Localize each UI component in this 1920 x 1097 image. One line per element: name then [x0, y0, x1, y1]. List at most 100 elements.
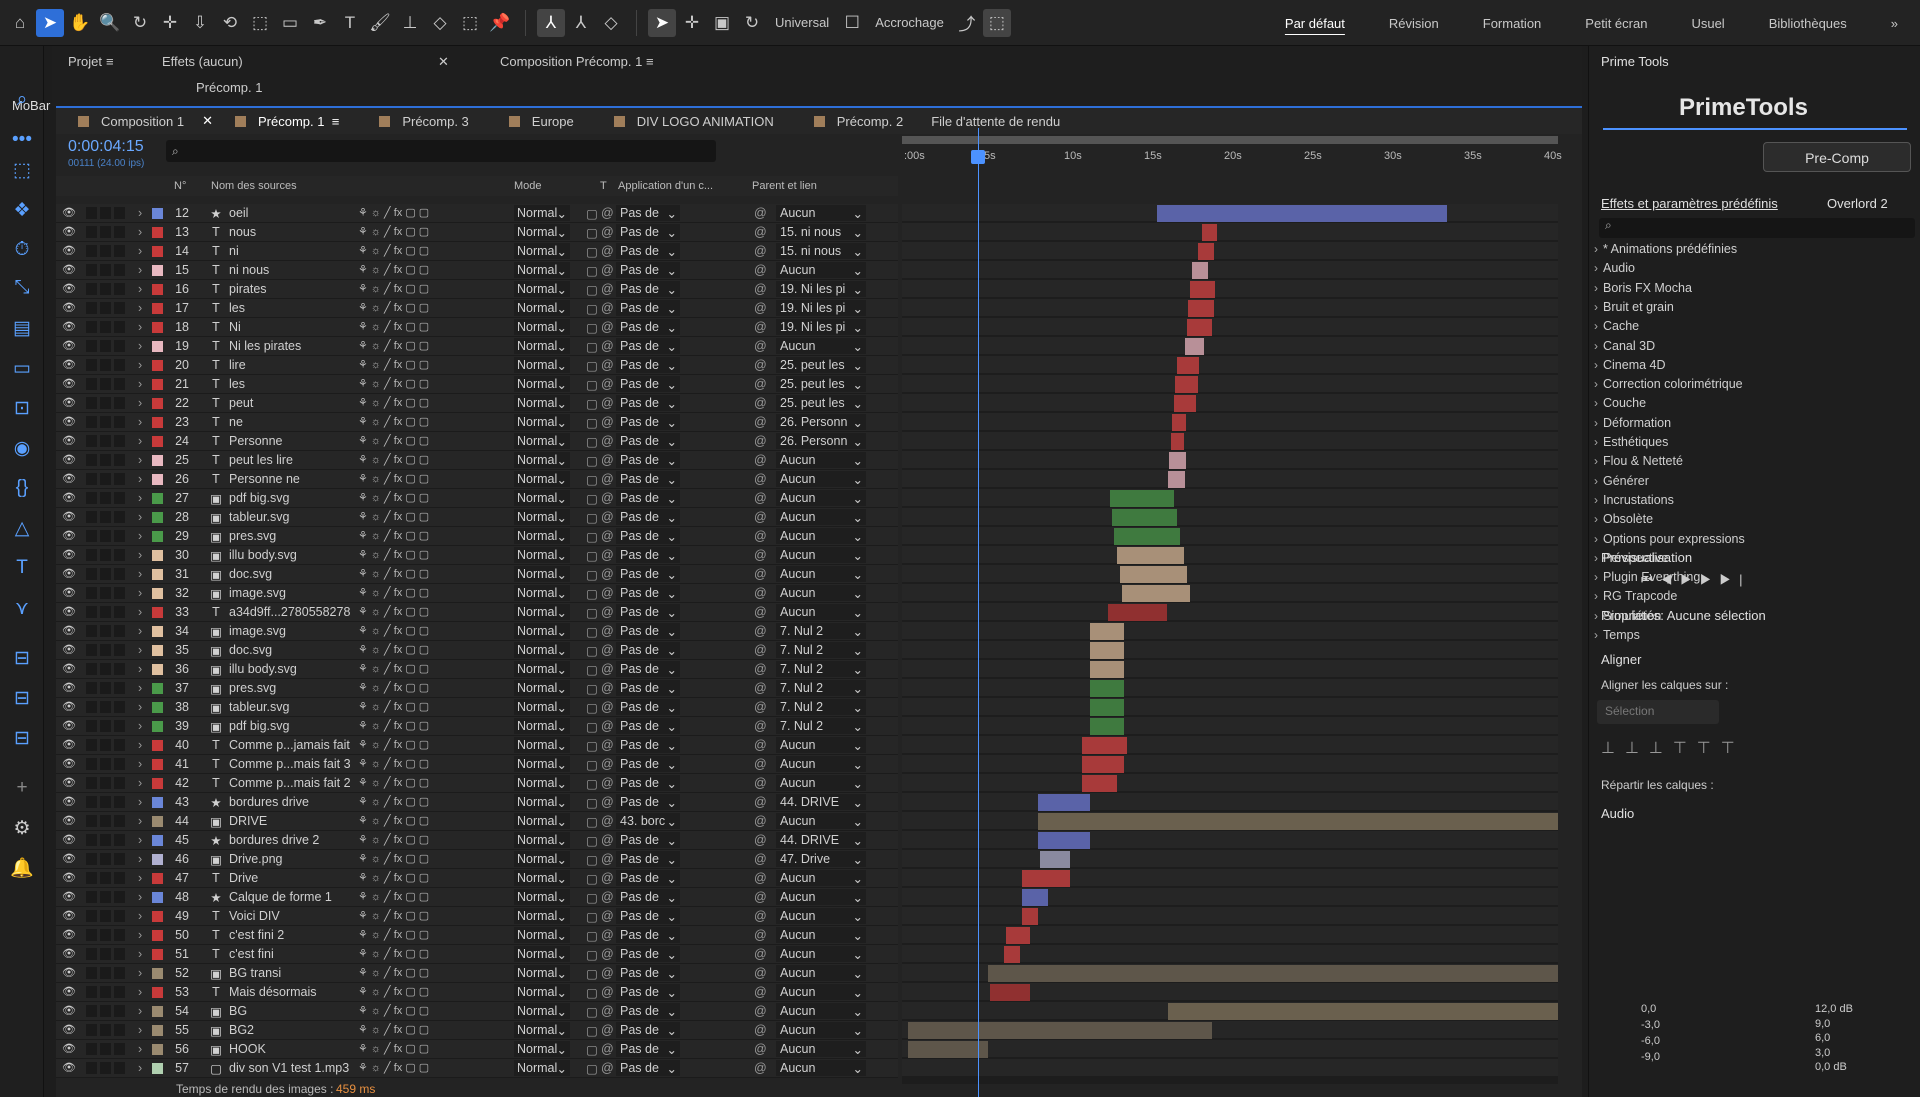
trackmatte-dropdown[interactable]: Pas de ⌄ — [616, 661, 680, 677]
layer-name[interactable]: tableur.svg — [229, 510, 361, 524]
effect-category[interactable]: Déformation — [1603, 416, 1671, 430]
trackmatte-dropdown[interactable]: Pas de ⌄ — [616, 414, 680, 430]
lock-toggle[interactable] — [114, 625, 125, 637]
visibility-eye-icon[interactable]: 👁 — [62, 909, 76, 922]
eye-icon[interactable]: ◉ — [8, 434, 36, 462]
preserve-transparency-box[interactable]: ▢ — [586, 985, 598, 1000]
align-selection-dropdown[interactable]: Sélection — [1597, 700, 1719, 724]
trackmatte-pickwhip-icon[interactable]: @ — [601, 377, 614, 391]
close-icon[interactable]: ✕ — [438, 54, 449, 70]
effect-category[interactable]: Obsolète — [1603, 512, 1653, 526]
parent-pickwhip-icon[interactable]: @ — [754, 567, 770, 581]
layer-name[interactable]: Ni — [229, 320, 361, 334]
layer-row[interactable]: 👁 › 41 T Comme p...mais fait 3 ⚘ ☼ ╱ fx … — [56, 755, 898, 774]
layer-duration-bar[interactable] — [1112, 509, 1177, 526]
layer-row[interactable]: 👁 › 16 T pirates ⚘ ☼ ╱ fx ▢ ▢ Normal ⌄ ▢ … — [56, 280, 898, 299]
layer-row[interactable]: 👁 › 23 T ne ⚘ ☼ ╱ fx ▢ ▢ Normal ⌄ ▢ @ Pas… — [56, 413, 898, 432]
layer-name[interactable]: bordures drive 2 — [229, 833, 361, 847]
layer-row[interactable]: 👁 › 28 ▣ tableur.svg ⚘ ☼ ╱ fx ▢ ▢ Normal… — [56, 508, 898, 527]
parent-pickwhip-icon[interactable]: @ — [754, 396, 770, 410]
visibility-eye-icon[interactable]: 👁 — [62, 833, 76, 846]
layer-row[interactable]: 👁 › 47 T Drive ⚘ ☼ ╱ fx ▢ ▢ Normal ⌄ ▢ @ … — [56, 869, 898, 888]
solo-toggle[interactable] — [100, 701, 111, 713]
preserve-transparency-box[interactable]: ▢ — [586, 472, 598, 487]
lock-toggle[interactable] — [114, 853, 125, 865]
trackmatte-dropdown[interactable]: Pas de ⌄ — [616, 452, 680, 468]
axis-view-icon[interactable]: ◇ — [597, 9, 625, 37]
lock-toggle[interactable] — [114, 872, 125, 884]
parent-dropdown[interactable]: 44. DRIVE ⌄ — [776, 794, 866, 810]
mode-dropdown[interactable]: Normal ⌄ — [514, 642, 570, 658]
layer-duration-bar[interactable] — [1082, 737, 1127, 754]
audio-toggle[interactable] — [86, 1043, 97, 1055]
chevron-right-icon[interactable]: › — [1594, 454, 1598, 468]
mode-dropdown[interactable]: Normal ⌄ — [514, 262, 570, 278]
mode-dropdown[interactable]: Normal ⌄ — [514, 680, 570, 696]
trackmatte-pickwhip-icon[interactable]: @ — [601, 890, 614, 904]
trackmatte-dropdown[interactable]: Pas de ⌄ — [616, 756, 680, 772]
expand-chevron-icon[interactable]: › — [138, 928, 142, 942]
rotation-icon[interactable]: ⟲ — [216, 9, 244, 37]
parent-dropdown[interactable]: Aucun ⌄ — [776, 452, 866, 468]
visibility-eye-icon[interactable]: 👁 — [62, 719, 76, 732]
audio-toggle[interactable] — [86, 359, 97, 371]
parent-dropdown[interactable]: Aucun ⌄ — [776, 984, 866, 1000]
parent-pickwhip-icon[interactable]: @ — [754, 301, 770, 315]
trackmatte-dropdown[interactable]: Pas de ⌄ — [616, 908, 680, 924]
audio-toggle[interactable] — [86, 815, 97, 827]
label-color-swatch[interactable] — [152, 265, 163, 276]
expand-chevron-icon[interactable]: › — [138, 263, 142, 277]
layer-duration-bar[interactable] — [1022, 889, 1048, 906]
layer-row[interactable]: 👁 › 56 ▣ HOOK ⚘ ☼ ╱ fx ▢ ▢ Normal ⌄ ▢ @ P… — [56, 1040, 898, 1059]
grid-snap-icon[interactable]: ⬚ — [982, 8, 1011, 37]
trackmatte-pickwhip-icon[interactable]: @ — [601, 396, 614, 410]
trackmatte-pickwhip-icon[interactable]: @ — [601, 225, 614, 239]
solo-toggle[interactable] — [100, 1062, 111, 1074]
layer-name[interactable]: doc.svg — [229, 643, 361, 657]
trackmatte-dropdown[interactable]: Pas de ⌄ — [616, 889, 680, 905]
parent-dropdown[interactable]: Aucun ⌄ — [776, 756, 866, 772]
parent-dropdown[interactable]: Aucun ⌄ — [776, 490, 866, 506]
audio-toggle[interactable] — [86, 834, 97, 846]
mode-dropdown[interactable]: Normal ⌄ — [514, 775, 570, 791]
layer-duration-bar[interactable] — [1187, 319, 1212, 336]
preserve-transparency-box[interactable]: ▢ — [586, 225, 598, 240]
solo-toggle[interactable] — [100, 226, 111, 238]
chevron-right-icon[interactable]: › — [1594, 396, 1598, 410]
lock-toggle[interactable] — [114, 644, 125, 656]
parent-dropdown[interactable]: Aucun ⌄ — [776, 528, 866, 544]
parent-pickwhip-icon[interactable]: @ — [754, 643, 770, 657]
mode-dropdown[interactable]: Normal ⌄ — [514, 414, 570, 430]
layer-row[interactable]: 👁 › 52 ▣ BG transi ⚘ ☼ ╱ fx ▢ ▢ Normal ⌄ … — [56, 964, 898, 983]
layer-name[interactable]: Ni les pirates — [229, 339, 361, 353]
audio-toggle[interactable] — [86, 986, 97, 998]
solo-toggle[interactable] — [100, 321, 111, 333]
layer-duration-bar[interactable] — [1082, 756, 1124, 773]
tab-project[interactable]: Projet — [68, 54, 102, 69]
parent-dropdown[interactable]: Aucun ⌄ — [776, 547, 866, 563]
mode-dropdown[interactable]: Normal ⌄ — [514, 224, 570, 240]
preserve-transparency-box[interactable]: ▢ — [586, 567, 598, 582]
solo-toggle[interactable] — [100, 397, 111, 409]
layer-name[interactable]: ni — [229, 244, 361, 258]
mode-dropdown[interactable]: Normal ⌄ — [514, 737, 570, 753]
mode-dropdown[interactable]: Normal ⌄ — [514, 205, 570, 221]
solo-toggle[interactable] — [100, 625, 111, 637]
parent-pickwhip-icon[interactable]: @ — [754, 795, 770, 809]
layer-row[interactable]: 👁 › 31 ▣ doc.svg ⚘ ☼ ╱ fx ▢ ▢ Normal ⌄ ▢ … — [56, 565, 898, 584]
chevron-right-icon[interactable]: › — [1594, 416, 1598, 430]
trackmatte-pickwhip-icon[interactable]: @ — [601, 776, 614, 790]
layer-name[interactable]: BG — [229, 1004, 361, 1018]
expand-chevron-icon[interactable]: › — [138, 909, 142, 923]
mode-dropdown[interactable]: Normal ⌄ — [514, 661, 570, 677]
solo-toggle[interactable] — [100, 245, 111, 257]
audio-toggle[interactable] — [86, 1062, 97, 1074]
expand-chevron-icon[interactable]: › — [138, 358, 142, 372]
parent-dropdown[interactable]: 7. Nul 2 ⌄ — [776, 718, 866, 734]
layer-switches[interactable]: ⚘ ☼ ╱ fx ▢ ▢ — [358, 871, 464, 884]
preserve-transparency-box[interactable]: ▢ — [586, 529, 598, 544]
expand-chevron-icon[interactable]: › — [138, 415, 142, 429]
expand-chevron-icon[interactable]: › — [138, 738, 142, 752]
effect-category[interactable]: Cache — [1603, 319, 1639, 333]
parent-dropdown[interactable]: Aucun ⌄ — [776, 813, 866, 829]
